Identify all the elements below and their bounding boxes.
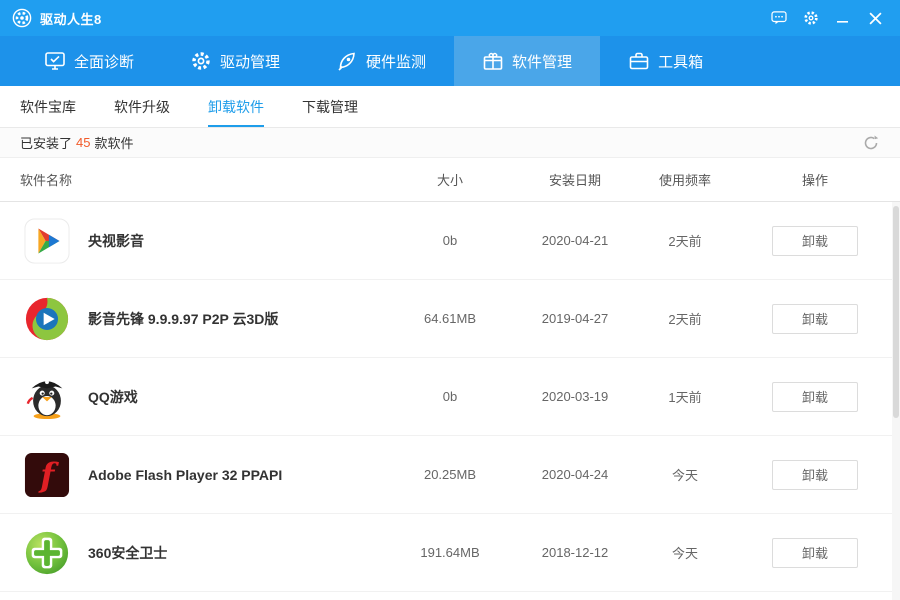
nav-label: 工具箱 xyxy=(658,51,703,72)
app-freq: 今天 xyxy=(630,543,740,562)
monitor-icon xyxy=(44,50,66,72)
main-nav: 全面诊断 驱动管理 硬件监测 软件管理 xyxy=(0,36,900,86)
close-button[interactable] xyxy=(862,5,888,31)
app-name: 360安全卫士 xyxy=(88,543,167,563)
status-prefix: 已安装了 xyxy=(20,133,72,152)
uninstall-button[interactable]: 卸载 xyxy=(772,226,858,256)
subtab-uninstall[interactable]: 卸载软件 xyxy=(208,86,264,127)
uninstall-button[interactable]: 卸载 xyxy=(772,382,858,412)
scrollbar-track[interactable] xyxy=(892,202,900,600)
app-freq: 2天前 xyxy=(630,309,740,328)
app-size: 64.61MB xyxy=(380,311,520,326)
nav-label: 全面诊断 xyxy=(74,51,134,72)
installed-count: 45 xyxy=(76,135,90,150)
package-icon xyxy=(482,50,504,72)
settings-gear-icon[interactable] xyxy=(798,5,824,31)
uninstall-button[interactable]: 卸载 xyxy=(772,538,858,568)
app-date: 2020-04-21 xyxy=(520,233,630,248)
table-row: 360安全卫士 191.64MB 2018-12-12 今天 卸载 xyxy=(0,514,900,592)
gear-icon xyxy=(190,50,212,72)
cbox-icon xyxy=(24,218,70,264)
app-name: 央视影音 xyxy=(88,231,144,251)
subtab-label: 卸载软件 xyxy=(208,97,264,117)
nav-label: 软件管理 xyxy=(512,51,572,72)
qqgame-icon xyxy=(24,374,70,420)
table-row: 央视影音 0b 2020-04-21 2天前 卸载 xyxy=(0,202,900,280)
app-size: 0b xyxy=(380,389,520,404)
app-date: 2020-03-19 xyxy=(520,389,630,404)
app-logo-icon xyxy=(12,8,32,28)
nav-item-software[interactable]: 软件管理 xyxy=(454,36,600,86)
subtab-label: 下载管理 xyxy=(302,97,358,117)
app-name: Adobe Flash Player 32 PPAPI xyxy=(88,467,282,483)
app-freq: 1天前 xyxy=(630,387,740,406)
nav-item-hardware[interactable]: 硬件监测 xyxy=(308,36,454,86)
table-row: QQ游戏 0b 2020-03-19 1天前 卸载 xyxy=(0,358,900,436)
scrollbar-thumb[interactable] xyxy=(893,206,899,418)
table-row: 影音先锋 9.9.9.97 P2P 云3D版 64.61MB 2019-04-2… xyxy=(0,280,900,358)
subtab-download-manager[interactable]: 下载管理 xyxy=(302,86,358,127)
app-size: 0b xyxy=(380,233,520,248)
nav-item-toolbox[interactable]: 工具箱 xyxy=(600,36,731,86)
app-date: 2020-04-24 xyxy=(520,467,630,482)
header-size: 大小 xyxy=(380,170,520,189)
rocket-icon xyxy=(336,50,358,72)
app-size: 20.25MB xyxy=(380,467,520,482)
titlebar: 驱动人生8 xyxy=(0,0,900,36)
subtab-label: 软件升级 xyxy=(114,97,170,117)
feedback-icon[interactable] xyxy=(766,5,792,31)
status-bar: 已安装了 45 款软件 xyxy=(0,128,900,158)
app-date: 2018-12-12 xyxy=(520,545,630,560)
app-name: QQ游戏 xyxy=(88,387,138,407)
nav-label: 硬件监测 xyxy=(366,51,426,72)
header-op: 操作 xyxy=(740,170,890,189)
360-icon xyxy=(24,530,70,576)
header-freq: 使用频率 xyxy=(630,170,740,189)
nav-item-driver[interactable]: 驱动管理 xyxy=(162,36,308,86)
subtab-software-upgrade[interactable]: 软件升级 xyxy=(114,86,170,127)
app-name: 影音先锋 9.9.9.97 P2P 云3D版 xyxy=(88,309,278,329)
sub-nav: 软件宝库 软件升级 卸载软件 下载管理 xyxy=(0,86,900,128)
nav-label: 驱动管理 xyxy=(220,51,280,72)
subtab-software-store[interactable]: 软件宝库 xyxy=(20,86,76,127)
header-name: 软件名称 xyxy=(0,170,380,189)
subtab-label: 软件宝库 xyxy=(20,97,76,117)
uninstall-button[interactable]: 卸载 xyxy=(772,304,858,334)
uninstall-button[interactable]: 卸载 xyxy=(772,460,858,490)
refresh-icon[interactable] xyxy=(862,134,880,152)
table-header: 软件名称 大小 安装日期 使用频率 操作 xyxy=(0,158,900,202)
minimize-button[interactable] xyxy=(830,5,856,31)
app-freq: 今天 xyxy=(630,465,740,484)
xfplay-icon xyxy=(24,296,70,342)
nav-item-diagnosis[interactable]: 全面诊断 xyxy=(16,36,162,86)
window-title: 驱动人生8 xyxy=(40,9,102,28)
table-row: f Adobe Flash Player 32 PPAPI 20.25MB 20… xyxy=(0,436,900,514)
status-suffix: 款软件 xyxy=(94,133,133,152)
app-size: 191.64MB xyxy=(380,545,520,560)
toolbox-icon xyxy=(628,50,650,72)
header-date: 安装日期 xyxy=(520,170,630,189)
flash-icon: f xyxy=(24,452,70,498)
app-date: 2019-04-27 xyxy=(520,311,630,326)
app-freq: 2天前 xyxy=(630,231,740,250)
